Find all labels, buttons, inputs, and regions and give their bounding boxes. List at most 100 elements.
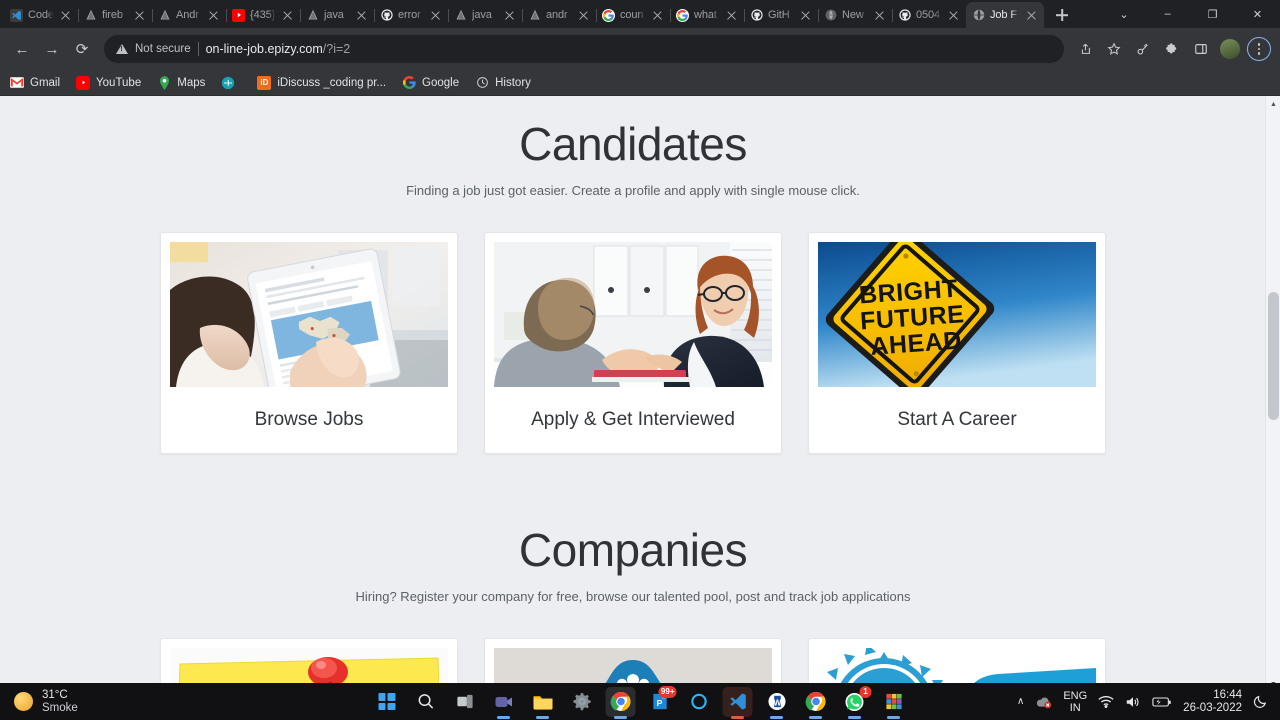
card-apply-get-interviewed[interactable]: Apply & Get Interviewed (484, 231, 782, 454)
scroll-up-arrow-icon[interactable]: ▲ (1266, 96, 1280, 112)
back-icon[interactable]: ← (8, 35, 36, 63)
browser-tab[interactable]: error (374, 2, 449, 28)
card-start-a-career[interactable]: BRIGHT FUTURE AHEAD Start A Career (808, 231, 1106, 454)
close-icon[interactable] (429, 9, 442, 22)
close-icon[interactable] (207, 9, 220, 22)
bookmark-google[interactable]: Google (402, 76, 459, 90)
browser-tab[interactable]: Andr (152, 2, 227, 28)
browser-tab[interactable]: fireb (78, 2, 153, 28)
browser-tab[interactable]: coun (596, 2, 671, 28)
close-icon[interactable] (59, 9, 72, 22)
tab-search-chevron-icon[interactable]: ⌄ (1103, 0, 1145, 28)
gmail-icon (10, 76, 24, 90)
task-view-icon[interactable] (450, 687, 480, 717)
candidate-cards: Browse Jobs Apply & Get Interviewed BRIG… (0, 231, 1266, 454)
clock-widget[interactable]: 16:44 26-03-2022 (1183, 689, 1242, 714)
browser-tab[interactable]: GitH (744, 2, 819, 28)
star-icon[interactable] (1101, 36, 1127, 62)
toolbar-icons (1072, 36, 1272, 62)
section-subtitle-companies: Hiring? Register your company for free, … (355, 588, 911, 604)
close-icon[interactable] (281, 9, 294, 22)
close-icon[interactable] (947, 9, 960, 22)
browser-tab-active[interactable]: Job F (966, 2, 1044, 28)
close-icon[interactable] (355, 9, 368, 22)
close-icon[interactable] (651, 9, 664, 22)
cortana-icon[interactable] (684, 687, 714, 717)
new-tab-button[interactable] (1050, 3, 1074, 27)
close-icon[interactable] (799, 9, 812, 22)
browser-tab[interactable]: java (448, 2, 523, 28)
taskbar-apps: P 99+ W 1 (372, 685, 909, 719)
word-icon[interactable]: W (762, 687, 792, 719)
bookmark-youtube[interactable]: YouTube (76, 75, 141, 90)
browser-tab[interactable]: 0504 (892, 2, 966, 28)
app-store-icon[interactable] (879, 687, 909, 719)
browser-tab[interactable]: {435} (226, 2, 301, 28)
side-panel-icon[interactable] (1188, 36, 1214, 62)
volume-icon[interactable] (1125, 695, 1141, 709)
browser-tab[interactable]: New (818, 2, 893, 28)
bookmark-maps[interactable]: Maps (157, 75, 205, 90)
url-domain: on-line-job.epizy.com (205, 42, 323, 56)
reload-icon[interactable]: ⟳ (68, 35, 96, 63)
chrome-icon-2[interactable] (801, 687, 831, 719)
close-icon[interactable] (873, 9, 886, 22)
file-explorer-icon[interactable] (528, 687, 558, 719)
page-scrollbar[interactable]: ▲ ▼ (1265, 96, 1280, 692)
browser-tab[interactable]: Code (4, 2, 79, 28)
wifi-icon[interactable] (1098, 695, 1114, 708)
scrollbar-thumb[interactable] (1268, 292, 1279, 420)
bookmark-idiscuss[interactable]: iD iDiscuss _coding pr... (257, 75, 386, 90)
bookmark-history[interactable]: History (475, 76, 531, 90)
bright-future-ahead-sign-photo: BRIGHT FUTURE AHEAD (818, 241, 1096, 387)
forward-icon[interactable]: → (38, 35, 66, 63)
weather-widget[interactable]: 31°C Smoke (0, 689, 250, 715)
powerpoint-badge: 99+ (658, 685, 677, 698)
bookmark-teal[interactable] (221, 76, 241, 90)
bookmark-gmail[interactable]: Gmail (10, 76, 60, 90)
sun-icon (14, 692, 33, 711)
start-windows-icon[interactable] (372, 687, 402, 717)
vscode-icon[interactable] (722, 686, 753, 719)
address-bar[interactable]: Not secure on-line-job.epizy.com/?i=2 (104, 35, 1064, 63)
tab-title: New (842, 9, 864, 21)
close-icon[interactable] (725, 9, 738, 22)
avatar-icon[interactable] (1217, 36, 1243, 62)
battery-charging-icon[interactable] (1152, 696, 1172, 708)
language-line-1: ENG (1063, 689, 1088, 702)
tab-title: java (324, 9, 344, 21)
card-browse-jobs[interactable]: Browse Jobs (160, 231, 458, 454)
close-icon[interactable] (1025, 9, 1038, 22)
tab-title: what (694, 9, 717, 21)
globe-icon (824, 9, 837, 22)
browser-tab[interactable]: java (300, 2, 375, 28)
maximize-button[interactable]: ❐ (1190, 0, 1235, 28)
whatsapp-icon[interactable]: 1 (840, 685, 872, 719)
window-controls: ⌄ – ❐ ✕ (1103, 0, 1280, 28)
browser-tab[interactable]: andr (522, 2, 597, 28)
close-icon[interactable] (577, 9, 590, 22)
three-dot-menu-icon[interactable] (1246, 36, 1272, 62)
teams-icon[interactable] (489, 687, 519, 719)
close-window-button[interactable]: ✕ (1235, 0, 1280, 28)
browser-tab[interactable]: what (670, 2, 745, 28)
clock-time: 16:44 (1213, 689, 1242, 701)
onedrive-error-icon[interactable] (1035, 695, 1052, 709)
share-icon[interactable] (1072, 36, 1098, 62)
chrome-icon[interactable] (605, 686, 636, 719)
github-icon (750, 9, 763, 22)
page-title-companies: Companies (518, 523, 748, 576)
puzzle-icon[interactable] (1159, 36, 1185, 62)
powerpoint-icon[interactable]: P 99+ (645, 685, 677, 717)
key-icon[interactable] (1130, 36, 1156, 62)
tab-title: Code (28, 9, 54, 21)
settings-gear-icon[interactable] (567, 687, 597, 717)
close-icon[interactable] (133, 9, 146, 22)
search-icon[interactable] (411, 687, 441, 717)
close-icon[interactable] (503, 9, 516, 22)
moon-do-not-disturb-icon[interactable] (1253, 694, 1268, 709)
android-studio-icon (158, 9, 171, 22)
minimize-button[interactable]: – (1145, 0, 1190, 28)
language-indicator[interactable]: ENG IN (1063, 690, 1087, 714)
tray-chevron-up-icon[interactable]: ∧ (1017, 696, 1024, 707)
